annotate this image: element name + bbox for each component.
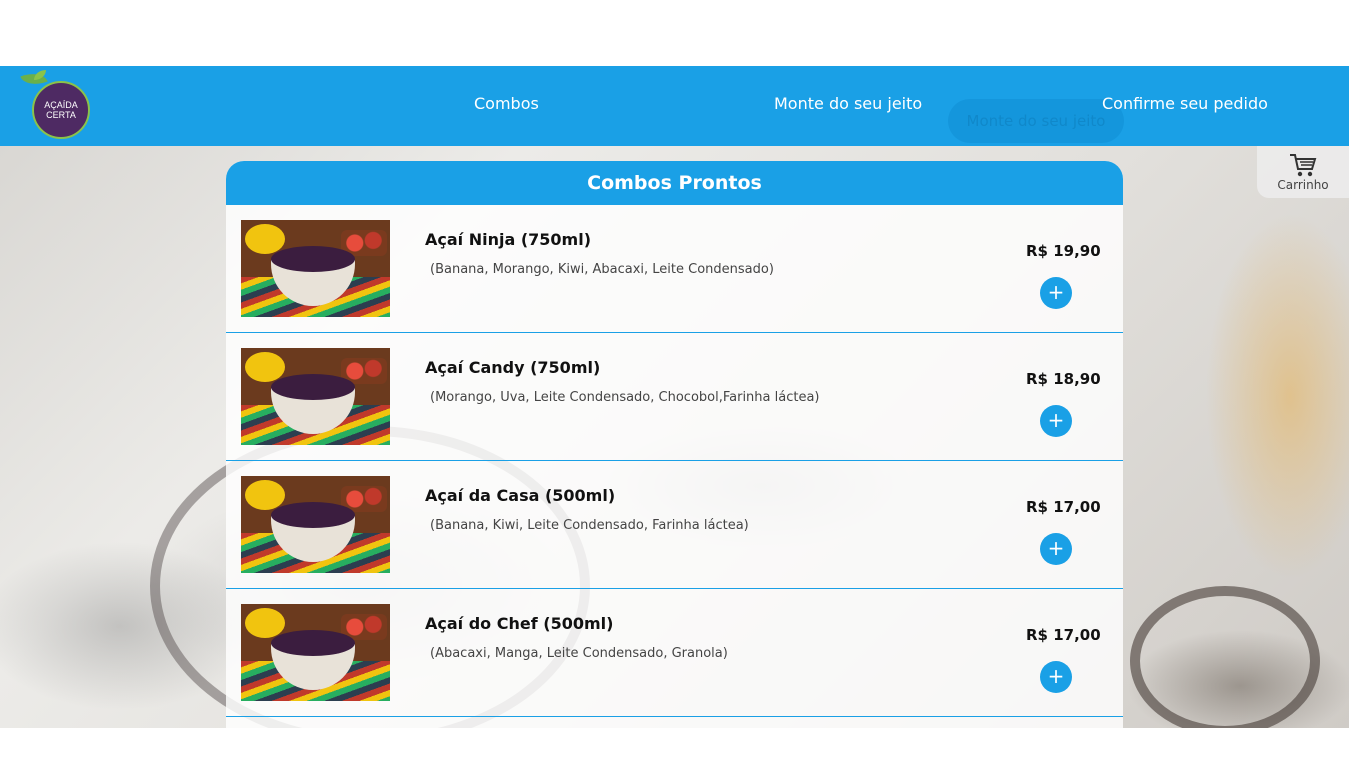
nav-link-confirme[interactable]: Confirme seu pedido [1102,94,1268,113]
add-to-cart-button[interactable]: + [1040,533,1072,565]
ghost-build-button[interactable]: Monte do seu jeito [948,99,1124,143]
add-to-cart-button[interactable]: + [1040,661,1072,693]
nav-link-combos[interactable]: Combos [474,94,539,113]
combo-name: Açaí da Casa (500ml) [425,486,616,505]
logo-text-top: AÇAÍDA [44,100,78,110]
combo-image [241,476,390,573]
combo-name: Açaí do Chef (500ml) [425,614,614,633]
combo-price: R$ 17,00 [1026,498,1101,516]
cart-button[interactable]: Carrinho [1257,146,1349,198]
combo-description: (Abacaxi, Manga, Leite Condensado, Grano… [430,646,728,661]
combo-row: Açaí Ninja (750ml) (Banana, Morango, Kiw… [226,205,1123,333]
cart-label: Carrinho [1277,178,1329,192]
combo-description: (Banana, Kiwi, Leite Condensado, Farinha… [430,518,749,533]
page-background: AÇAÍDA CERTA Monte do seu jeito Combos M… [0,66,1349,728]
nav-link-monte[interactable]: Monte do seu jeito [774,94,922,113]
combo-price: R$ 19,90 [1026,242,1101,260]
combo-name: Açaí Ninja (750ml) [425,230,592,249]
add-to-cart-button[interactable]: + [1040,405,1072,437]
combo-price: R$ 18,90 [1026,370,1101,388]
top-navbar: AÇAÍDA CERTA Monte do seu jeito Combos M… [0,66,1349,146]
combo-name: Açaí Candy (750ml) [425,358,601,377]
background-candle-holder [1130,586,1320,728]
combo-row: Açaí da Casa (500ml) (Banana, Kiwi, Leit… [226,461,1123,589]
combo-row: Açaí Candy (750ml) (Morango, Uva, Leite … [226,333,1123,461]
combo-description: (Banana, Morango, Kiwi, Abacaxi, Leite C… [430,262,774,277]
combo-description: (Morango, Uva, Leite Condensado, Chocobo… [430,390,820,405]
combo-price: R$ 17,00 [1026,626,1101,644]
combo-image [241,348,390,445]
add-to-cart-button[interactable]: + [1040,277,1072,309]
combo-row: Açaí do Chef (500ml) (Abacaxi, Manga, Le… [226,589,1123,717]
panel-title: Combos Prontos [226,161,1123,205]
combos-panel: Combos Prontos Açaí Ninja (750ml) (Banan… [226,161,1123,728]
combo-image [241,604,390,701]
cart-icon [1290,154,1317,177]
brand-logo[interactable]: AÇAÍDA CERTA [32,81,90,139]
logo-text-bottom: CERTA [46,110,76,120]
combo-image [241,220,390,317]
